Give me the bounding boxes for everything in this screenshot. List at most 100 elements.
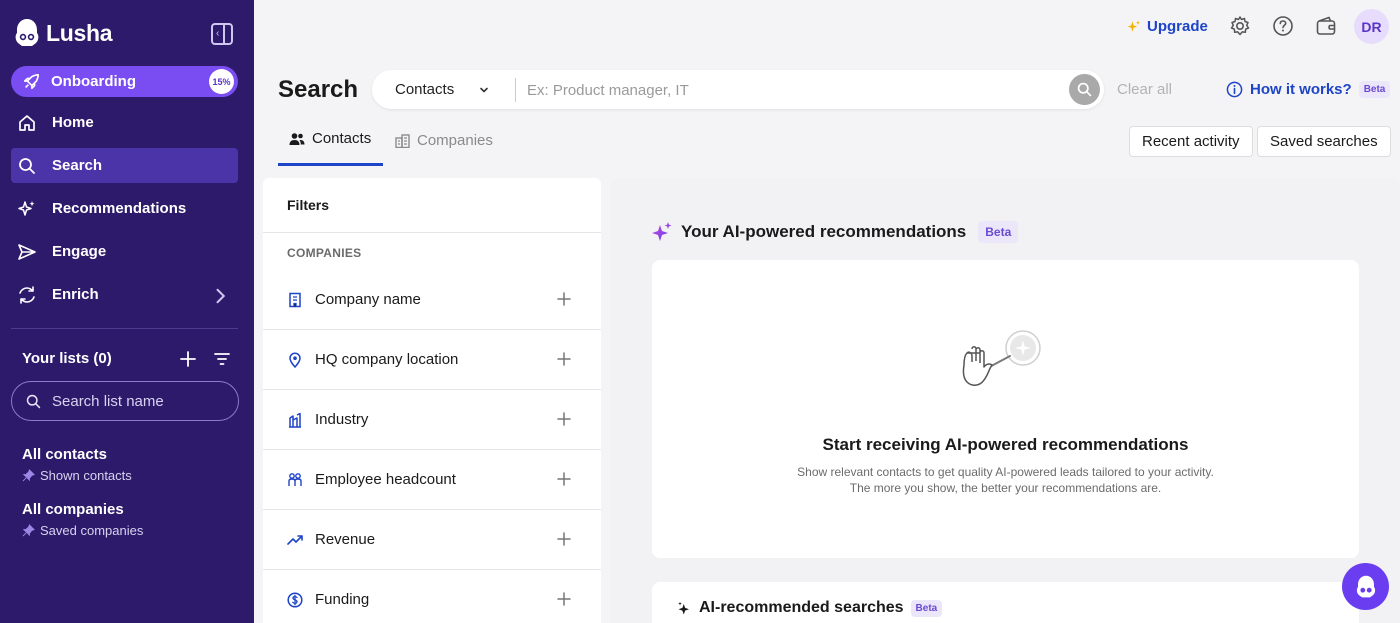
trend-up-icon [287,534,303,545]
upgrade-label: Upgrade [1147,18,1208,35]
industry-icon [289,412,301,428]
filters-panel: Filters COMPANIES Company name HQ compan… [263,178,601,623]
filter-industry[interactable]: Industry [263,390,601,450]
plus-icon[interactable] [557,592,571,606]
description-line: The more you show, the better your recom… [849,481,1162,495]
search-bar: Contacts [372,70,1104,109]
filter-label: Funding [315,591,370,608]
sidebar-item-enrich[interactable]: Enrich [11,277,238,312]
recent-activity-button[interactable]: Recent activity [1129,126,1253,157]
sparkle-icon [1127,20,1140,32]
filter-label: Revenue [315,531,376,548]
sidebar-item-label: Recommendations [52,200,187,217]
send-icon [18,243,36,260]
sparkle-icon [18,200,35,216]
filter-revenue[interactable]: Revenue [263,510,601,570]
building-icon [289,292,301,307]
tab-contacts[interactable]: Contacts [289,130,371,147]
filter-label: Company name [315,291,421,308]
chevron-down-icon[interactable] [478,84,490,96]
filter-hq-location[interactable]: HQ company location [263,330,601,390]
filter-label: Industry [315,411,369,428]
ai-sparkle-icon [652,222,672,241]
contacts-icon [289,132,305,145]
plus-icon[interactable] [557,472,571,486]
saved-searches-button[interactable]: Saved searches [1257,126,1391,157]
plus-icon[interactable] [557,532,571,546]
description-line: Show relevant contacts to get quality AI… [797,465,1214,479]
filter-company-name[interactable]: Company name [263,270,601,330]
search-input[interactable] [527,79,1047,101]
plus-icon[interactable] [179,350,197,368]
sidebar-divider [11,328,238,329]
list-search-field[interactable] [11,381,239,421]
chevron-left-icon: ‹ [216,28,220,39]
filters-title: Filters [287,197,330,213]
sidebar-item-recommendations[interactable]: Recommendations [11,191,238,226]
list-item-all-contacts[interactable]: All contacts Shown contacts [22,446,132,483]
list-item-subtitle-row: Saved companies [22,523,143,538]
plus-icon[interactable] [557,412,571,426]
list-item-subtitle-row: Shown contacts [22,468,132,483]
how-it-works-label: How it works? [1250,81,1352,98]
wallet-icon[interactable] [1315,15,1337,37]
tab-companies[interactable]: Companies [395,132,493,149]
lusha-chat-icon [1356,575,1375,597]
sparkle-icon [678,601,689,614]
filter-funding[interactable]: Funding [263,570,601,623]
collapse-sidebar-button[interactable]: ‹ [211,23,233,45]
beta-badge: Beta [1358,81,1391,98]
onboarding-button[interactable]: Onboarding 15% [11,66,238,97]
search-icon [19,157,35,174]
lusha-logo[interactable]: Lusha [14,18,113,48]
sidebar: Lusha ‹ Onboarding 15% Home Search Recom… [0,0,254,623]
recommendations-card-title: Start receiving AI-powered recommendatio… [822,435,1189,454]
onboarding-label: Onboarding [51,73,136,90]
search-icon [1077,82,1092,97]
pin-icon [22,469,35,482]
beta-badge: Beta [978,221,1019,243]
tab-label: Contacts [312,130,372,147]
list-item-subtitle: Shown contacts [40,468,132,483]
help-icon[interactable] [1272,15,1294,37]
filter-employee-headcount[interactable]: Employee headcount [263,450,601,510]
chat-support-button[interactable] [1342,563,1389,610]
lusha-logo-icon [15,19,39,46]
user-avatar[interactable]: DR [1354,9,1389,44]
sidebar-item-engage[interactable]: Engage [11,234,238,269]
how-it-works-link[interactable]: How it works? Beta [1226,81,1391,98]
tab-label: Companies [417,132,493,149]
search-type-select[interactable]: Contacts [395,81,454,98]
plus-icon[interactable] [557,292,571,306]
list-search-input[interactable] [52,392,222,410]
clear-all-button[interactable]: Clear all [1117,81,1172,98]
search-separator [515,78,516,102]
search-submit-button[interactable] [1069,74,1100,105]
sidebar-item-label: Home [52,114,94,131]
tab-active-indicator [278,163,383,166]
sidebar-item-search[interactable]: Search [11,148,238,183]
filters-divider [263,232,601,233]
sidebar-item-home[interactable]: Home [11,105,238,140]
recommendations-heading-row: Your AI-powered recommendations Beta [651,221,1019,243]
plus-icon[interactable] [557,352,571,366]
gear-icon[interactable] [1229,15,1251,37]
beta-badge: Beta [910,599,943,617]
people-icon [288,472,302,486]
rocket-icon [23,73,40,89]
sort-icon[interactable] [213,351,231,367]
list-item-subtitle: Saved companies [40,523,144,538]
sidebar-item-label: Enrich [52,286,99,303]
pin-icon [22,524,35,537]
list-item-all-companies[interactable]: All companies Saved companies [22,501,143,538]
list-item-title: All contacts [22,446,108,463]
filter-label: HQ company location [315,351,459,368]
sidebar-item-label: Search [52,157,103,174]
recommendations-heading: Your AI-powered recommendations [681,222,967,241]
building-icon [395,133,410,148]
recommendations-card-description: Show relevant contacts to get quality AI… [652,464,1359,496]
ai-hand-illustration [962,330,1041,386]
info-icon [1226,81,1243,98]
onboarding-progress-badge: 15% [209,69,234,94]
upgrade-link[interactable]: Upgrade [1126,18,1208,35]
